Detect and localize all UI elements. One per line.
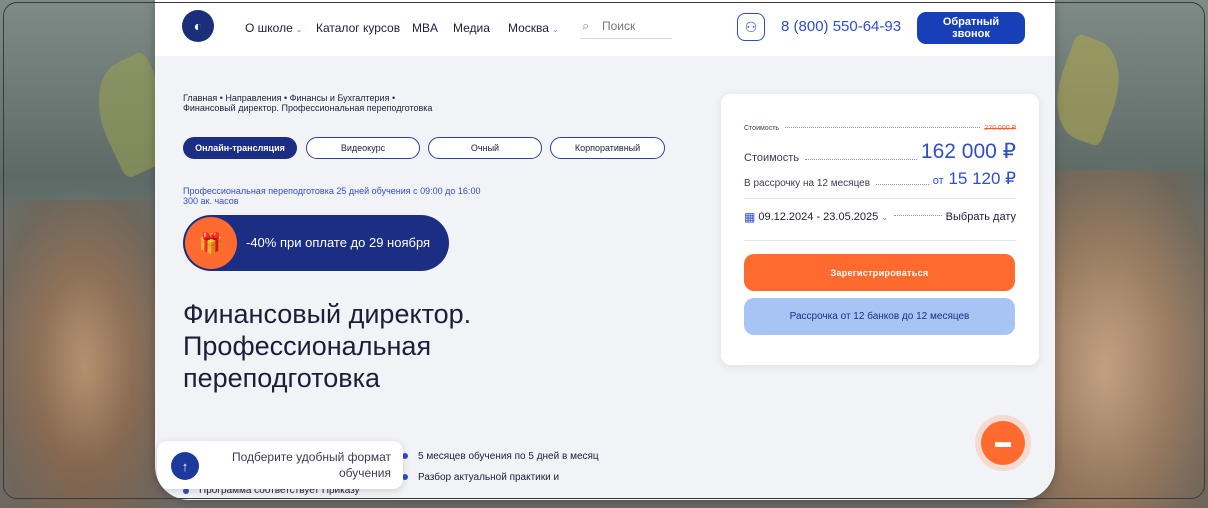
page-title: Финансовый директор. Профессиональная пе…	[183, 299, 472, 393]
format-tab-video[interactable]: Видеокурс	[306, 137, 420, 159]
chat-icon: ▬	[981, 421, 1025, 465]
format-tab-corporate[interactable]: Корпоративный	[550, 137, 665, 159]
breadcrumb-path[interactable]: Главная • Направления • Финансы и Бухгал…	[183, 93, 493, 103]
course-features: 5 месяцев обучения по 5 дней в месяц Раз…	[400, 450, 620, 492]
nav-about[interactable]: О школе ⌄	[245, 21, 302, 35]
coins-jar-left	[0, 200, 170, 508]
price-label: Стоимость	[744, 152, 800, 164]
callback-button[interactable]: Обратный звонок	[917, 12, 1025, 44]
register-button[interactable]: Зарегистрироваться	[744, 254, 1015, 291]
divider	[744, 198, 1016, 199]
gift-icon: 🎁	[185, 217, 237, 269]
choose-date-link[interactable]: Выбрать дату	[946, 211, 1016, 223]
breadcrumb-current: Финансовый директор. Профессиональная пе…	[183, 103, 433, 113]
price-row: Стоимость 162 000 ₽	[744, 139, 1016, 164]
divider	[744, 240, 1016, 241]
search-field[interactable]: ⌕	[580, 14, 674, 39]
installment-button[interactable]: Рассрочка от 12 банков до 12 месяцев	[744, 298, 1015, 335]
list-item: 5 месяцев обучения по 5 дней в месяц	[400, 450, 620, 463]
nav-catalog[interactable]: Каталог курсов	[316, 21, 400, 35]
search-input[interactable]	[600, 18, 674, 34]
course-meta: Профессиональная переподготовка 25 дней …	[183, 186, 480, 206]
chevron-down-icon: ⌄	[881, 212, 888, 222]
installment-row: В рассрочку на 12 месяцев от 15 120 ₽	[744, 169, 1016, 189]
nav-mba[interactable]: MBA	[412, 21, 438, 35]
phone-link[interactable]: 8 (800) 550-64-93	[781, 18, 901, 35]
format-picker-widget[interactable]: ↑ Подберите удобный формат обучения	[157, 441, 403, 489]
breadcrumb: Главная • Направления • Финансы и Бухгал…	[183, 93, 493, 113]
course-hours: 300 ак. часов	[183, 196, 239, 206]
course-meta-line: Профессиональная переподготовка 25 дней …	[183, 186, 481, 196]
installment-label: В рассрочку на 12 месяцев	[744, 178, 871, 189]
old-price-row: Стоимость 270 000 ₽	[744, 124, 1016, 132]
format-tab-offline[interactable]: Очный	[428, 137, 542, 159]
date-range[interactable]: 09.12.2024 - 23.05.2025	[758, 211, 878, 223]
date-selector[interactable]: ▦ 09.12.2024 - 23.05.2025 ⌄ Выбрать дату	[744, 210, 1016, 224]
chevron-down-icon: ⌄	[551, 25, 559, 34]
discount-text: -40% при оплате до 29 ноября	[246, 235, 431, 250]
divider	[876, 183, 929, 185]
arrow-up-icon[interactable]: ↑	[171, 452, 199, 480]
divider	[893, 214, 942, 216]
user-icon[interactable]: ⚇	[737, 13, 765, 41]
installment-amount: 15 120 ₽	[948, 169, 1016, 188]
price-card: Стоимость 270 000 ₽ Стоимость 162 000 ₽ …	[721, 94, 1039, 365]
price-value: 162 000 ₽	[920, 140, 1016, 163]
discount-banner[interactable]: 🎁 -40% при оплате до 29 ноября	[183, 215, 449, 271]
format-picker-text: Подберите удобный формат обучения	[231, 450, 391, 480]
installment-value: от 15 120 ₽	[933, 169, 1016, 189]
list-item: Разбор актуальной практики и	[400, 471, 620, 484]
top-navigation: ◐ О школе ⌄ Каталог курсов MBA Медиа Моск…	[155, 0, 1055, 56]
installment-prefix: от	[932, 175, 944, 187]
page-frame: ◐ О школе ⌄ Каталог курсов MBA Медиа Моск…	[155, 0, 1055, 500]
old-price-label: Стоимость	[744, 125, 780, 132]
logo-icon[interactable]: ◐	[182, 10, 214, 42]
plant-leaf	[1042, 32, 1134, 148]
calendar-icon: ▦	[744, 210, 756, 224]
nav-media[interactable]: Медиа	[453, 21, 490, 35]
divider	[785, 126, 981, 128]
search-icon: ⌕	[582, 18, 590, 33]
nav-city[interactable]: Москва ⌄	[508, 21, 559, 35]
old-price: 270 000 ₽	[984, 125, 1016, 132]
chevron-down-icon: ⌄	[295, 25, 303, 34]
chat-button[interactable]: ▬	[975, 415, 1031, 471]
format-tab-online[interactable]: Онлайн-трансляция	[183, 137, 297, 159]
divider	[805, 158, 917, 160]
